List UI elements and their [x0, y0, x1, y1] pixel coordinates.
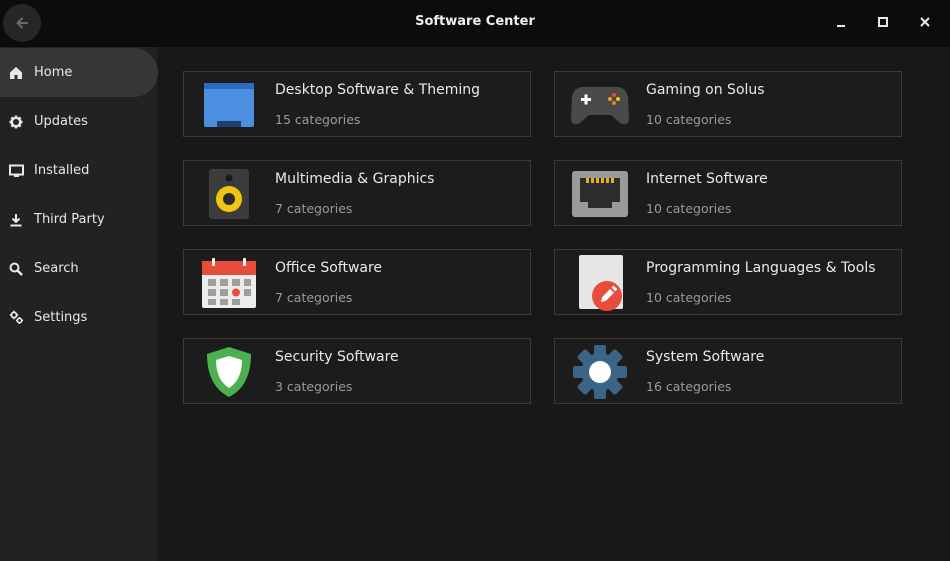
sidebar-item-settings[interactable]: Settings [0, 293, 158, 342]
category-title: Internet Software [646, 171, 768, 187]
category-title: Gaming on Solus [646, 82, 765, 98]
category-count: 7 categories [275, 290, 353, 305]
download-icon [8, 212, 24, 228]
settings-icon [8, 310, 24, 326]
category-grid: Desktop Software & Theming 15 categories… [159, 47, 950, 561]
category-card-system[interactable]: System Software 16 categories [554, 338, 902, 404]
category-count: 15 categories [275, 112, 361, 127]
category-card-multimedia[interactable]: Multimedia & Graphics 7 categories [183, 160, 531, 226]
sidebar-item-third-party[interactable]: Third Party [0, 195, 158, 244]
sidebar-item-label: Home [34, 65, 73, 80]
category-count: 10 categories [646, 201, 732, 216]
category-count: 7 categories [275, 201, 353, 216]
category-card-internet[interactable]: Internet Software 10 categories [554, 160, 902, 226]
close-icon [920, 17, 930, 27]
category-card-programming[interactable]: Programming Languages & Tools 10 categor… [554, 249, 902, 315]
sidebar-item-label: Updates [34, 114, 88, 129]
title-bar: Software Center [0, 0, 950, 47]
category-count: 3 categories [275, 379, 353, 394]
sidebar: Home Updates Installed Third Party Searc… [0, 47, 158, 561]
monitor-icon [8, 163, 24, 179]
category-title: Desktop Software & Theming [275, 82, 481, 98]
close-button[interactable] [916, 13, 934, 31]
category-card-security[interactable]: Security Software 3 categories [183, 338, 531, 404]
maximize-button[interactable] [874, 13, 892, 31]
category-title: System Software [646, 349, 765, 365]
calendar-icon [198, 254, 260, 312]
category-card-office[interactable]: Office Software 7 categories [183, 249, 531, 315]
category-count: 16 categories [646, 379, 732, 394]
home-icon [8, 65, 24, 81]
category-count: 10 categories [646, 290, 732, 305]
sidebar-item-search[interactable]: Search [0, 244, 158, 293]
sidebar-item-updates[interactable]: Updates [0, 97, 158, 146]
document-edit-icon [569, 254, 631, 312]
gamepad-icon [569, 76, 631, 134]
category-title: Programming Languages & Tools [646, 260, 876, 276]
category-card-gaming[interactable]: Gaming on Solus 10 categories [554, 71, 902, 137]
window-title: Software Center [415, 14, 535, 29]
category-title: Office Software [275, 260, 383, 276]
sidebar-item-installed[interactable]: Installed [0, 146, 158, 195]
sidebar-item-label: Settings [34, 310, 88, 325]
maximize-icon [878, 17, 888, 27]
category-count: 10 categories [646, 112, 732, 127]
cog-icon [569, 343, 631, 401]
search-icon [8, 261, 24, 277]
category-title: Multimedia & Graphics [275, 171, 435, 187]
category-title: Security Software [275, 349, 399, 365]
sidebar-item-label: Search [34, 261, 79, 276]
minimize-icon [837, 25, 845, 27]
sidebar-item-label: Third Party [34, 212, 105, 227]
sidebar-item-label: Installed [34, 163, 90, 178]
gear-icon [8, 114, 24, 130]
category-card-desktop[interactable]: Desktop Software & Theming 15 categories [183, 71, 531, 137]
sidebar-item-home[interactable]: Home [0, 48, 158, 97]
shield-icon [198, 343, 260, 401]
desktop-window-icon [198, 76, 260, 134]
ethernet-port-icon [569, 165, 631, 223]
speaker-icon [198, 165, 260, 223]
minimize-button[interactable] [832, 13, 850, 31]
